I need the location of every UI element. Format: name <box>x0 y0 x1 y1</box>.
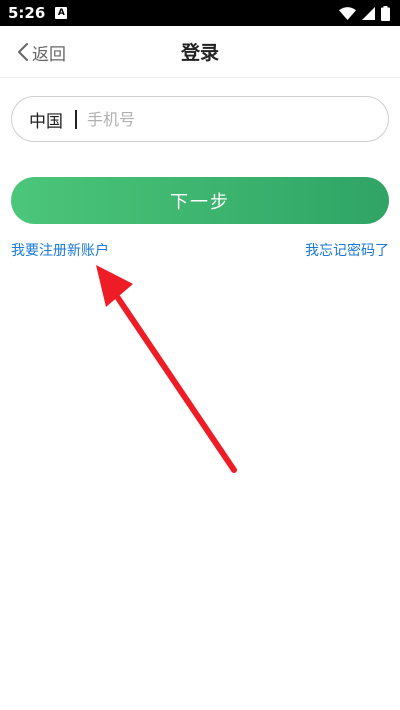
annotation-arrow-shaft <box>115 295 237 473</box>
status-left: 5:26 A <box>8 4 68 22</box>
phone-input[interactable] <box>87 109 337 129</box>
text-cursor <box>75 109 77 129</box>
back-label: 返回 <box>32 44 66 65</box>
country-selector[interactable]: 中国 <box>29 107 63 132</box>
page-title: 登录 <box>180 42 219 64</box>
status-time: 5:26 <box>8 4 46 22</box>
login-screen: 5:26 A 返回 登录 中国 手机号 下一步 我要注册新账户 我忘记密码了 <box>0 0 400 710</box>
status-right <box>339 5 390 21</box>
annotation-arrow-head <box>96 265 133 307</box>
forgot-password-link[interactable]: 我忘记密码了 <box>305 240 389 260</box>
register-link[interactable]: 我要注册新账户 <box>11 240 109 260</box>
notification-icon: A <box>55 7 68 19</box>
links-row: 我要注册新账户 我忘记密码了 <box>11 240 389 260</box>
chevron-left-icon <box>18 43 28 61</box>
status-bar: 5:26 A <box>0 0 400 26</box>
phone-field[interactable]: 中国 <box>11 96 389 142</box>
wifi-icon <box>339 6 356 20</box>
back-button[interactable]: 返回 <box>16 26 66 78</box>
header: 返回 登录 <box>0 26 400 78</box>
signal-icon <box>362 6 375 20</box>
next-button[interactable]: 下一步 <box>11 177 389 224</box>
battery-icon <box>381 5 390 21</box>
